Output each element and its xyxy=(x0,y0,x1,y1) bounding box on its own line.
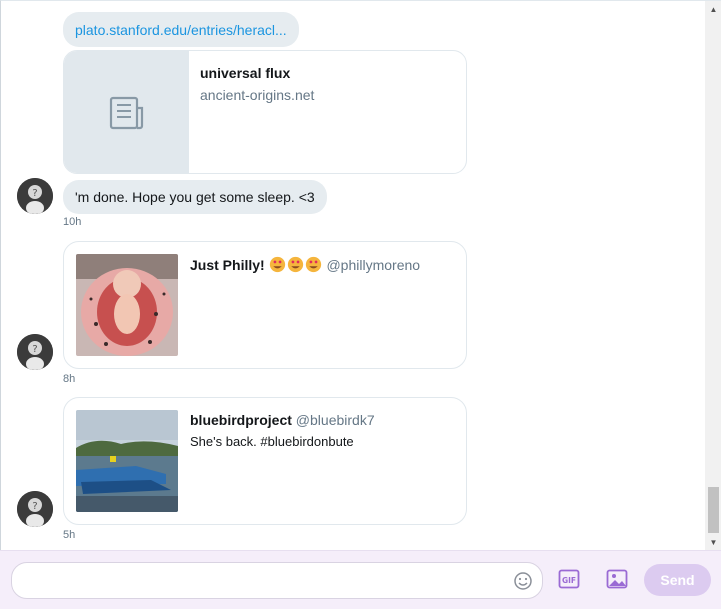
tweet-author-name[interactable]: bluebirdproject xyxy=(190,412,292,428)
message-timestamp: 5h xyxy=(63,529,76,541)
message-timestamp: 8h xyxy=(63,373,76,385)
tweet-author-handle[interactable]: @bluebirdk7 xyxy=(296,412,375,428)
send-button[interactable]: Send xyxy=(644,564,711,596)
svg-text:?: ? xyxy=(32,344,37,355)
tweet-image[interactable] xyxy=(76,254,178,356)
message-timestamp: 10h xyxy=(63,216,82,228)
avatar[interactable]: ? xyxy=(17,178,53,214)
link-card-thumbnail xyxy=(64,51,189,173)
dm-conversation-window: plato.stanford.edu/entries/heracl... uni… xyxy=(0,0,721,609)
default-avatar-icon: ? xyxy=(17,491,53,527)
message-thread: plato.stanford.edu/entries/heracl... uni… xyxy=(1,1,705,551)
link-message-bubble[interactable]: plato.stanford.edu/entries/heracl... xyxy=(63,12,299,47)
smiling-face-with-heart-eyes-icon xyxy=(305,256,321,273)
text-message-bubble[interactable]: 'm done. Hope you get some sleep. <3 xyxy=(63,180,327,214)
gif-icon[interactable]: GIF xyxy=(558,568,580,590)
link-preview-card[interactable]: universal flux ancient-origins.net xyxy=(63,50,467,174)
tweet-text: She's back. #bluebirdonbute xyxy=(190,434,354,449)
svg-text:GIF: GIF xyxy=(562,576,576,585)
tweet-card[interactable]: bluebirdproject @bluebirdk7 She's back. … xyxy=(63,397,467,525)
avatar[interactable]: ? xyxy=(17,491,53,527)
image-icon[interactable] xyxy=(606,568,628,590)
tweet-card[interactable]: Just Philly! @phillymoreno xyxy=(63,241,467,369)
tweet-image[interactable] xyxy=(76,410,178,512)
document-icon xyxy=(109,96,143,130)
avatar[interactable]: ? xyxy=(17,334,53,370)
link-card-domain: ancient-origins.net xyxy=(200,87,315,103)
link-card-title[interactable]: universal flux xyxy=(200,65,290,81)
message-text: 'm done. Hope you get some sleep. <3 xyxy=(75,189,315,205)
tweet-author-name[interactable]: Just Philly! xyxy=(190,257,265,273)
scroll-up-arrow-icon[interactable]: ▲ xyxy=(705,1,721,18)
tweet-author-handle[interactable]: @phillymoreno xyxy=(326,257,420,273)
tweet-header: Just Philly! @phillymoreno xyxy=(190,256,420,273)
smiling-face-with-heart-eyes-icon xyxy=(269,256,285,273)
thread-scrollbar[interactable]: ▲ ▼ xyxy=(705,1,721,551)
smiling-face-with-heart-eyes-icon xyxy=(287,256,303,273)
smiley-icon[interactable] xyxy=(513,571,533,591)
link-url[interactable]: plato.stanford.edu/entries/heracl... xyxy=(75,21,287,39)
default-avatar-icon: ? xyxy=(17,334,53,370)
scrollbar-thumb[interactable] xyxy=(708,487,719,533)
scroll-down-arrow-icon[interactable]: ▼ xyxy=(705,534,721,551)
svg-text:?: ? xyxy=(32,501,37,512)
message-input[interactable] xyxy=(22,570,506,592)
message-input-box[interactable] xyxy=(11,562,543,599)
svg-text:?: ? xyxy=(32,188,37,199)
default-avatar-icon: ? xyxy=(17,178,53,214)
tweet-header: bluebirdproject @bluebirdk7 xyxy=(190,412,375,428)
